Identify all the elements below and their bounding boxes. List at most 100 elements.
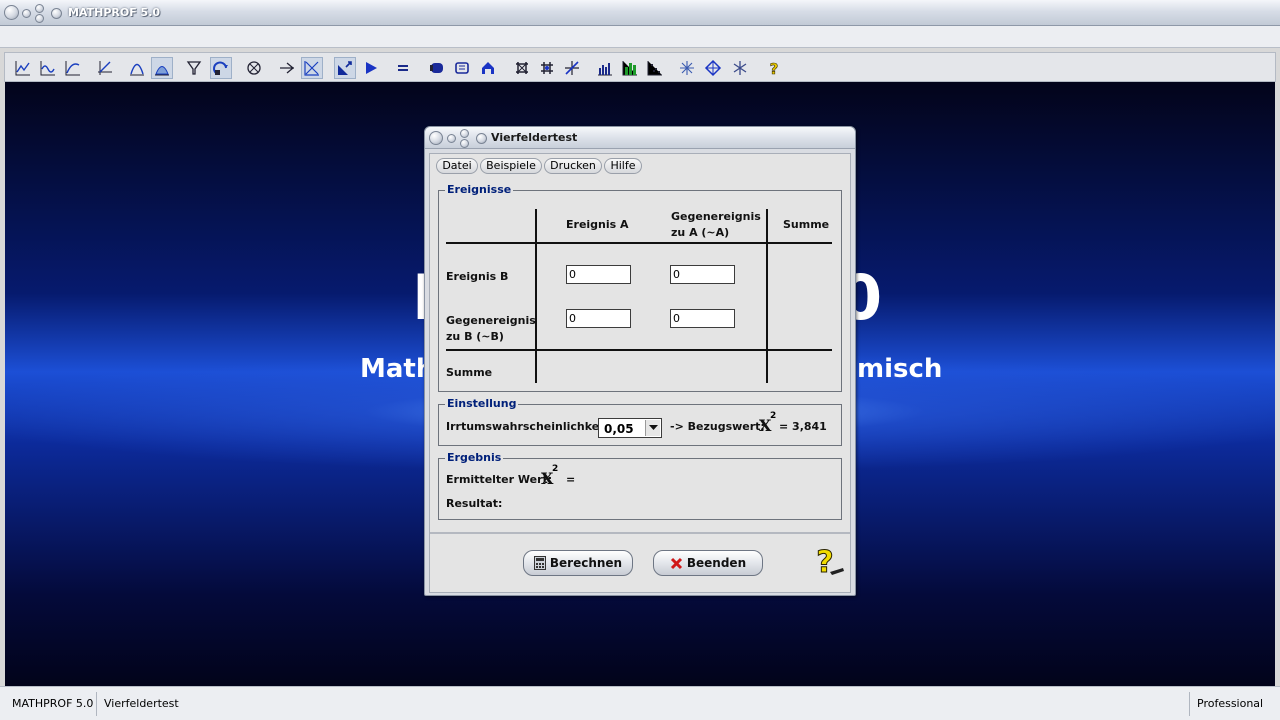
dialog-app-icon [476, 133, 487, 144]
menu-datei-label: Datei [442, 159, 472, 172]
blob-icon[interactable] [426, 57, 448, 79]
toolbar: ? [4, 52, 1276, 82]
app-title: MATHPROF 5.0 [68, 6, 161, 19]
result-label: Resultat: [446, 497, 503, 510]
quit-button-label: Beenden [686, 556, 747, 570]
events-group-title: Ereignisse [445, 183, 514, 196]
diamond-icon[interactable] [702, 57, 724, 79]
menu-strip [0, 26, 1280, 48]
chi-exponent: 2 [770, 411, 777, 421]
result-group-title: Ergebnis [445, 451, 504, 464]
rotate-icon[interactable] [210, 57, 232, 79]
dialog-title: Vierfeldertest [491, 131, 578, 144]
column-not-a-line1: Gegenereignis [671, 210, 761, 223]
menu-hilfe[interactable]: Hilfe [604, 158, 642, 174]
circle-x-icon[interactable] [243, 57, 265, 79]
status-module: Vierfeldertest [104, 697, 179, 710]
calculator-icon [533, 556, 546, 570]
determined-value-equals: = [566, 473, 576, 486]
menu-drucken[interactable]: Drucken [544, 158, 602, 174]
svg-text:?: ? [770, 60, 779, 77]
arch-icon[interactable] [477, 57, 499, 79]
bar-chart-icon[interactable] [594, 57, 616, 79]
grid-icon[interactable] [301, 57, 323, 79]
row-sum: Summe [446, 366, 493, 379]
result-group: Ergebnis Ermittelter Wert: X 2 = Resulta… [438, 451, 842, 520]
dialog-body: Datei Beispiele Drucken Hilfe Ereignisse… [429, 153, 851, 593]
vierfeldertest-dialog: Vierfeldertest Datei Beispiele Drucken H… [424, 126, 856, 596]
cell-not-b-not-a-input[interactable] [670, 309, 735, 328]
arrow-cross-icon[interactable] [276, 57, 298, 79]
table-left-divider [535, 209, 537, 383]
table-sum-line [446, 349, 832, 351]
menu-drucken-label: Drucken [550, 159, 596, 172]
green-bar-chart-icon[interactable] [619, 57, 641, 79]
calculate-button[interactable]: Berechnen [523, 550, 633, 576]
help-icon[interactable]: ? [763, 57, 785, 79]
asterisk-icon[interactable] [676, 57, 698, 79]
dialog-menu: Datei Beispiele Drucken Hilfe [430, 154, 850, 176]
result-chi-exponent: 2 [552, 464, 559, 474]
graph-icon[interactable] [12, 57, 34, 79]
menu-datei[interactable]: Datei [436, 158, 478, 174]
error-probability-label: Irrtumswahrscheinlichkeit: [446, 420, 613, 433]
cell-b-not-a-input[interactable] [670, 265, 735, 284]
vector-icon[interactable] [334, 57, 356, 79]
table-header-line [446, 242, 832, 244]
dialog-minimize-button[interactable] [447, 134, 456, 143]
determined-value-label: Ermittelter Wert: [446, 473, 553, 486]
quit-button[interactable]: Beenden [653, 550, 763, 576]
column-sum: Summe [783, 218, 830, 231]
menu-hilfe-label: Hilfe [610, 159, 636, 172]
scatter-icon[interactable] [644, 57, 666, 79]
dialog-button-area: Berechnen Beenden ? [430, 532, 850, 592]
reference-value: = 3,841 [779, 420, 827, 433]
chevron-down-icon[interactable] [645, 420, 660, 436]
settings-group-title: Einstellung [445, 397, 519, 410]
status-app: MATHPROF 5.0 [12, 697, 94, 710]
curve-icon[interactable] [62, 57, 84, 79]
restore-window-button[interactable] [35, 14, 44, 23]
snowflake-icon[interactable] [729, 57, 751, 79]
dialog-titlebar: Vierfeldertest [425, 127, 855, 149]
table-right-divider [766, 209, 768, 383]
axes-icon[interactable] [94, 57, 116, 79]
status-edition: Professional [1197, 697, 1264, 710]
row-event-b: Ereignis B [446, 270, 509, 283]
star-icon[interactable] [511, 57, 533, 79]
column-not-a-line2: zu A (~A) [671, 226, 730, 239]
minimize-window-button[interactable] [22, 9, 31, 18]
window-controls [4, 4, 64, 23]
net-icon[interactable] [536, 57, 558, 79]
multi-graph-icon[interactable] [37, 57, 59, 79]
close-icon [670, 557, 683, 570]
row-not-b-line1: Gegenereignis [446, 314, 536, 327]
layers-icon[interactable] [451, 57, 473, 79]
close-window-button[interactable] [4, 5, 19, 20]
cell-not-b-a-input[interactable] [566, 309, 631, 328]
dialog-maximize-button[interactable] [460, 129, 469, 138]
maximize-window-button[interactable] [35, 4, 44, 13]
error-probability-select[interactable]: 0,05 [598, 418, 662, 438]
cross-icon[interactable] [561, 57, 583, 79]
menu-beispiele[interactable]: Beispiele [480, 158, 542, 174]
dialog-restore-button[interactable] [460, 139, 469, 148]
app-titlebar: MATHPROF 5.0 [0, 0, 1280, 26]
row-not-b-line2: zu B (~B) [446, 330, 504, 343]
dialog-close-button[interactable] [429, 131, 443, 145]
calculate-button-label: Berechnen [549, 556, 623, 570]
app-icon [51, 8, 62, 19]
reference-label: -> Bezugswert: [670, 420, 765, 433]
status-bar: MATHPROF 5.0 Vierfeldertest Professional [0, 686, 1280, 720]
funnel-icon[interactable] [183, 57, 205, 79]
settings-group: Einstellung Irrtumswahrscheinlichkeit: 0… [438, 397, 842, 446]
parabola-icon[interactable] [126, 57, 148, 79]
menu-beispiele-label: Beispiele [486, 159, 536, 172]
dialog-help-icon[interactable]: ? [812, 544, 846, 581]
area-icon[interactable] [151, 57, 173, 79]
cell-b-a-input[interactable] [566, 265, 631, 284]
splash-subtitle-right: misch [857, 354, 943, 384]
play-icon[interactable] [360, 57, 382, 79]
svg-text:?: ? [816, 545, 833, 580]
equals-icon[interactable] [392, 57, 414, 79]
